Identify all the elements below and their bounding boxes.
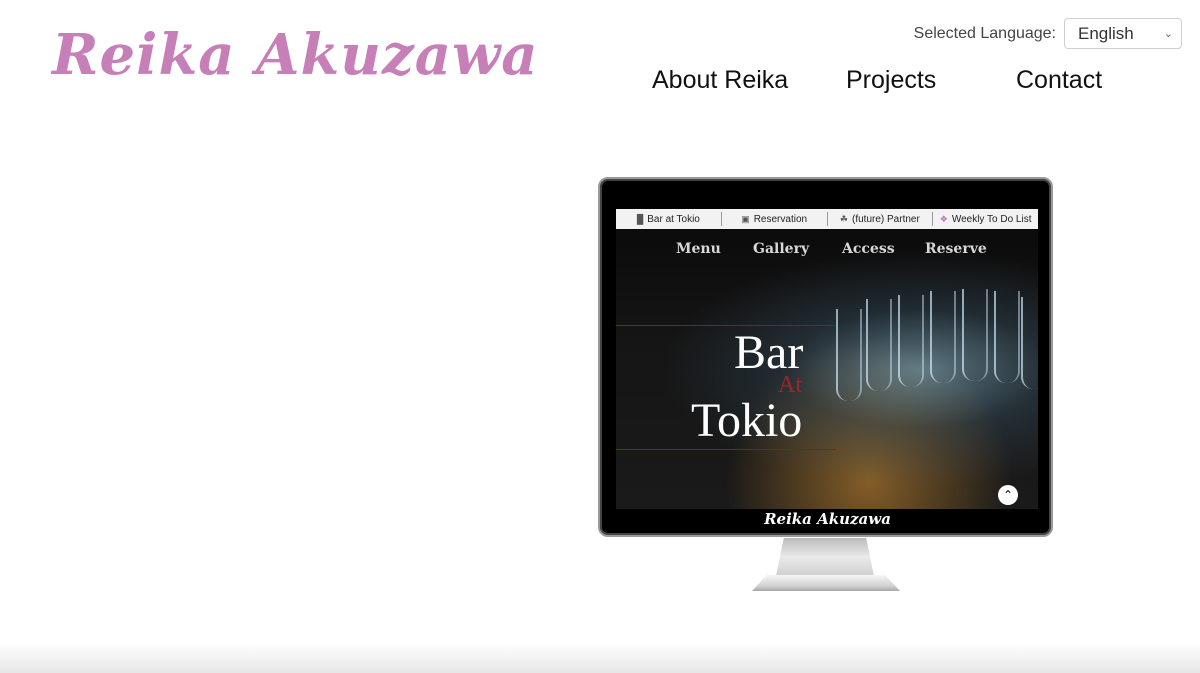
main-nav: About Reika Projects Contact	[0, 66, 1200, 106]
monitor-screen: █ Bar at Tokio ▣ Reservation ☘ (future) …	[616, 209, 1038, 509]
nav-about[interactable]: About Reika	[652, 66, 788, 95]
divider	[616, 325, 836, 326]
project-tabbar: █ Bar at Tokio ▣ Reservation ☘ (future) …	[616, 209, 1038, 229]
tab-label: Bar at Tokio	[647, 213, 700, 225]
tab-label: Weekly To Do List	[951, 213, 1032, 225]
wine-glass-image	[962, 289, 988, 381]
bottom-shadow	[0, 643, 1200, 673]
calendar-icon: ▣	[741, 213, 750, 224]
wine-glass-image	[994, 291, 1020, 383]
bar-nav-access[interactable]: Access	[842, 241, 895, 257]
wine-glass-image	[836, 309, 862, 401]
monitor-preview: █ Bar at Tokio ▣ Reservation ☘ (future) …	[598, 177, 1053, 537]
tab-weekly-todo[interactable]: ❖ Weekly To Do List	[933, 212, 1038, 226]
bar-nav-gallery[interactable]: Gallery	[753, 241, 809, 257]
wine-glass-image	[898, 295, 924, 387]
divider	[616, 449, 836, 450]
bar-nav-reserve[interactable]: Reserve	[925, 241, 987, 257]
hero-title-bar: Bar	[734, 326, 804, 379]
project-hero-image: Menu Gallery Access Reserve Bar At Tokio…	[616, 229, 1038, 509]
monitor-stand	[776, 538, 874, 576]
nav-projects[interactable]: Projects	[846, 66, 936, 95]
wine-glass-image	[1021, 297, 1038, 389]
language-label: Selected Language:	[913, 24, 1056, 42]
wine-glass-image	[930, 291, 956, 383]
monitor-footer-signature: Reika Akuzawa	[764, 510, 891, 528]
language-selected-value: English	[1078, 23, 1134, 43]
language-selector: Selected Language: English ⌄	[914, 18, 1182, 49]
bar-nav-menu[interactable]: Menu	[676, 241, 721, 257]
tab-future-partner[interactable]: ☘ (future) Partner	[828, 212, 934, 226]
chevron-down-icon: ⌄	[1163, 28, 1173, 40]
hero-title-tokio: Tokio	[691, 394, 803, 447]
tab-bar-at-tokio[interactable]: █ Bar at Tokio	[616, 212, 722, 226]
bar-icon: █	[636, 214, 644, 224]
bar-site-nav: Menu Gallery Access Reserve	[616, 241, 1038, 261]
tab-label: (future) Partner	[852, 213, 920, 225]
tab-reservation[interactable]: ▣ Reservation	[722, 212, 828, 226]
wine-glass-image	[866, 299, 892, 391]
monitor-base	[752, 575, 900, 591]
language-select[interactable]: English ⌄	[1064, 18, 1182, 49]
chevron-up-icon[interactable]: ⌃	[998, 485, 1018, 505]
leaf-icon: ☘	[839, 213, 848, 224]
cubes-icon: ❖	[939, 213, 948, 224]
nav-contact[interactable]: Contact	[1016, 66, 1102, 95]
tab-label: Reservation	[753, 213, 808, 225]
